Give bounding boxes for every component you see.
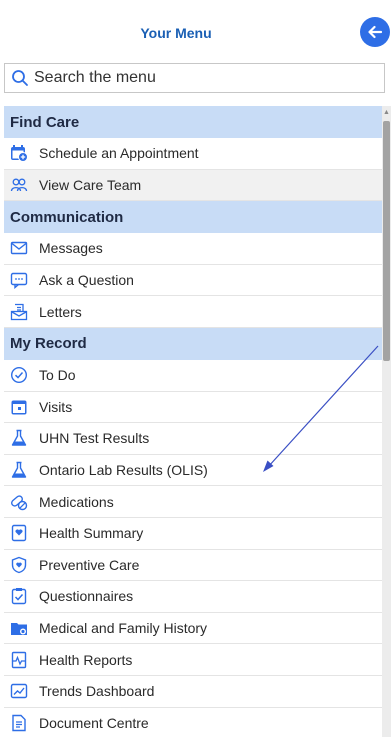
document-icon	[10, 714, 28, 732]
scroll-up-arrow-icon[interactable]: ▲	[382, 109, 391, 117]
calendar-icon	[10, 398, 28, 416]
flask-icon	[10, 461, 28, 479]
trend-chart-icon	[10, 682, 28, 700]
menu-item-schedule-appointment[interactable]: Schedule an Appointment	[4, 138, 382, 170]
menu-item-label: Medications	[39, 493, 114, 510]
menu-item-medications[interactable]: Medications	[4, 486, 382, 518]
search-box[interactable]	[4, 63, 385, 93]
menu-item-label: Document Centre	[39, 714, 149, 731]
section-find-care: Find Care	[4, 106, 382, 138]
flask-icon	[10, 429, 28, 447]
back-button[interactable]	[360, 17, 390, 47]
menu-item-label: Ontario Lab Results (OLIS)	[39, 462, 208, 479]
menu-item-to-do[interactable]: To Do	[4, 359, 382, 392]
menu-item-visits[interactable]: Visits	[4, 391, 382, 424]
menu-item-trends-dashboard[interactable]: Trends Dashboard	[4, 675, 382, 708]
menu-item-label: Health Reports	[39, 651, 133, 668]
menu-item-health-summary[interactable]: Health Summary	[4, 517, 382, 550]
menu-item-label: Ask a Question	[39, 272, 134, 289]
scrollbar[interactable]: ▲	[382, 106, 391, 737]
menu-item-label: Medical and Family History	[39, 620, 208, 637]
menu-item-ontario-lab-results[interactable]: Ontario Lab Results (OLIS)	[4, 454, 382, 487]
menu-item-letters[interactable]: Letters	[4, 296, 382, 328]
arrow-left-icon	[368, 25, 383, 39]
scrollbar-thumb[interactable]	[383, 121, 390, 361]
menu-item-label: To Do	[39, 367, 76, 384]
pills-icon	[10, 493, 28, 511]
menu-item-label: Trends Dashboard	[39, 683, 155, 700]
health-summary-icon	[10, 524, 28, 542]
pulse-report-icon	[10, 651, 28, 669]
menu-item-label: Health Summary	[39, 525, 144, 542]
menu-item-label: Schedule an Appointment	[39, 145, 199, 162]
folder-icon	[10, 619, 28, 637]
menu-item-label: Messages	[39, 240, 103, 257]
section-communication: Communication	[4, 201, 382, 234]
menu-title: Your Menu	[140, 25, 212, 41]
letter-icon	[10, 303, 28, 321]
menu-item-label: Letters	[39, 303, 82, 320]
envelope-icon	[10, 239, 28, 257]
menu-item-label: Preventive Care	[39, 556, 140, 573]
shield-icon	[10, 556, 28, 574]
calendar-plus-icon	[10, 144, 28, 163]
menu-list: Find Care Schedule an Appointment View C…	[4, 106, 382, 737]
search-icon	[12, 70, 28, 86]
menu-item-messages[interactable]: Messages	[4, 233, 382, 265]
menu-item-document-centre[interactable]: Document Centre	[4, 707, 382, 737]
clock-check-icon	[10, 366, 28, 384]
menu-item-preventive-care[interactable]: Preventive Care	[4, 549, 382, 582]
menu-item-health-reports[interactable]: Health Reports	[4, 644, 382, 676]
menu-item-view-care-team[interactable]: View Care Team	[4, 169, 382, 202]
menu-item-medical-family-history[interactable]: Medical and Family History	[4, 612, 382, 645]
chat-icon	[10, 271, 28, 290]
search-input[interactable]	[34, 69, 364, 87]
menu-item-questionnaires[interactable]: Questionnaires	[4, 581, 382, 613]
menu-header: Your Menu	[0, 0, 391, 62]
section-my-record: My Record	[4, 327, 382, 360]
menu-item-label: Visits	[39, 398, 73, 415]
menu-item-label: Questionnaires	[39, 588, 134, 605]
menu-item-label: UHN Test Results	[39, 430, 150, 447]
menu-item-ask-question[interactable]: Ask a Question	[4, 264, 382, 297]
checklist-icon	[10, 587, 28, 605]
care-team-icon	[10, 176, 28, 194]
menu-item-label: View Care Team	[39, 176, 142, 193]
menu-item-uhn-test-results[interactable]: UHN Test Results	[4, 423, 382, 455]
